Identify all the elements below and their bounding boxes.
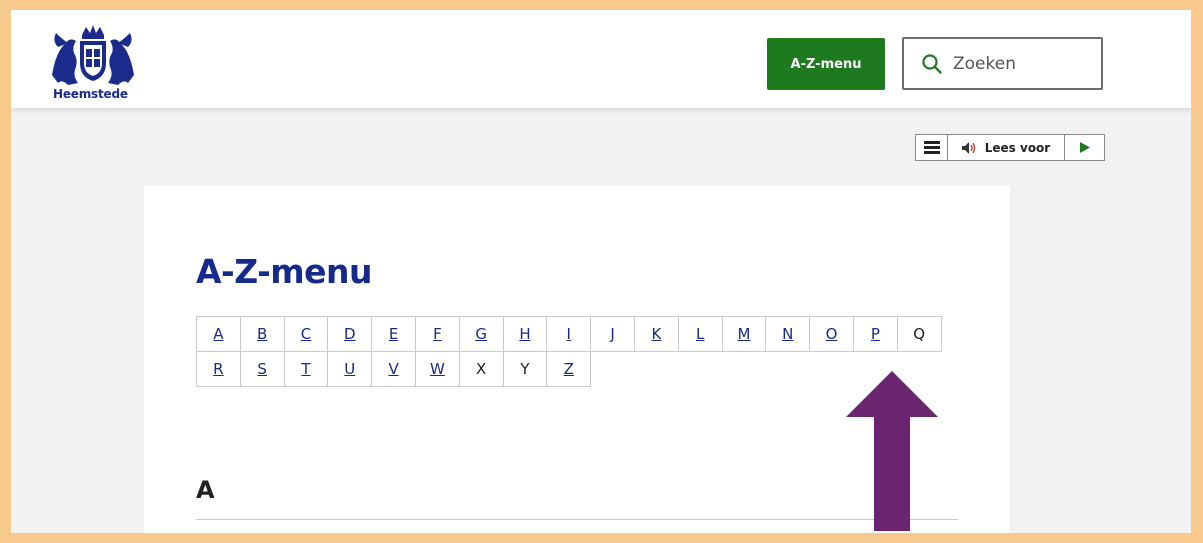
letter-cell-a: A	[196, 316, 241, 352]
search-input[interactable]	[953, 53, 1093, 74]
letter-link-g[interactable]: G	[475, 325, 487, 343]
letter-cell-g: G	[458, 316, 504, 352]
page-frame: Heemstede A-Z-menu Lees voor	[11, 10, 1191, 533]
letter-link-z[interactable]: Z	[564, 360, 574, 378]
letter-cell-h: H	[502, 316, 548, 352]
letter-cell-c: C	[283, 316, 329, 352]
play-icon	[1079, 142, 1090, 153]
az-menu-button[interactable]: A-Z-menu	[767, 38, 885, 90]
letter-cell-q: Q	[896, 316, 942, 352]
letter-link-a[interactable]: A	[213, 325, 223, 343]
letter-cell-u: U	[327, 351, 373, 387]
letter-cell-f: F	[414, 316, 460, 352]
search-icon	[922, 53, 942, 74]
letter-link-j[interactable]: J	[610, 325, 614, 343]
section-divider	[196, 519, 958, 520]
alphabet-row-1: A B C D E F G H I J K L M N O P Q	[196, 316, 958, 352]
search-box[interactable]	[902, 37, 1103, 90]
letter-cell-w: W	[414, 351, 460, 387]
tts-menu-button[interactable]	[916, 135, 948, 160]
letter-link-q: Q	[913, 325, 926, 343]
play-button[interactable]	[1065, 135, 1104, 160]
letter-link-i[interactable]: I	[567, 325, 571, 343]
letter-link-w[interactable]: W	[430, 360, 445, 378]
alphabet-index: A B C D E F G H I J K L M N O P Q R S T U V W X Y Z	[196, 316, 958, 387]
letter-cell-r: R	[196, 351, 241, 387]
letter-cell-i: I	[546, 316, 592, 352]
letter-link-x: X	[476, 360, 487, 378]
letter-cell-t: T	[283, 351, 329, 387]
site-header: Heemstede A-Z-menu	[11, 10, 1191, 108]
letter-cell-d: D	[327, 316, 373, 352]
letter-link-k[interactable]: K	[651, 325, 661, 343]
read-aloud-button[interactable]: Lees voor	[948, 135, 1065, 160]
letter-link-l[interactable]: L	[696, 325, 704, 343]
letter-link-f[interactable]: F	[433, 325, 442, 343]
page-title: A-Z-menu	[196, 252, 373, 291]
annotation-arrow-icon	[846, 371, 938, 531]
logo-text: Heemstede	[53, 87, 128, 101]
letter-link-c[interactable]: C	[301, 325, 311, 343]
letter-link-d[interactable]: D	[344, 325, 356, 343]
letter-link-r[interactable]: R	[213, 360, 223, 378]
letter-link-t[interactable]: T	[301, 360, 310, 378]
hamburger-icon	[923, 141, 940, 154]
letter-cell-j: J	[590, 316, 635, 352]
letter-cell-x: X	[458, 351, 504, 387]
letter-cell-k: K	[633, 316, 679, 352]
letter-link-s[interactable]: S	[257, 360, 267, 378]
letter-link-m[interactable]: M	[737, 325, 750, 343]
letter-cell-y: Y	[502, 351, 548, 387]
section-heading-a: A	[196, 476, 215, 504]
letter-link-e[interactable]: E	[389, 325, 398, 343]
letter-cell-o: O	[809, 316, 854, 352]
letter-link-v[interactable]: V	[388, 360, 398, 378]
letter-cell-b: B	[239, 316, 285, 352]
letter-cell-z: Z	[546, 351, 592, 387]
alphabet-row-2: R S T U V W X Y Z	[196, 351, 958, 387]
letter-cell-e: E	[371, 316, 416, 352]
letter-cell-m: M	[721, 316, 767, 352]
read-aloud-label: Lees voor	[984, 140, 1051, 155]
letter-link-p[interactable]: P	[871, 325, 880, 343]
letter-link-y: Y	[520, 360, 530, 378]
letter-cell-v: V	[371, 351, 416, 387]
letter-link-b[interactable]: B	[257, 325, 267, 343]
letter-link-o[interactable]: O	[826, 325, 838, 343]
letter-cell-p: P	[852, 316, 898, 352]
letter-cell-l: L	[677, 316, 723, 352]
speaker-icon	[961, 141, 975, 154]
letter-cell-n: N	[765, 316, 811, 352]
letter-cell-s: S	[239, 351, 285, 387]
letter-link-h[interactable]: H	[519, 325, 530, 343]
read-aloud-toolbar: Lees voor	[915, 134, 1105, 161]
letter-link-u[interactable]: U	[344, 360, 355, 378]
letter-link-n[interactable]: N	[782, 325, 793, 343]
